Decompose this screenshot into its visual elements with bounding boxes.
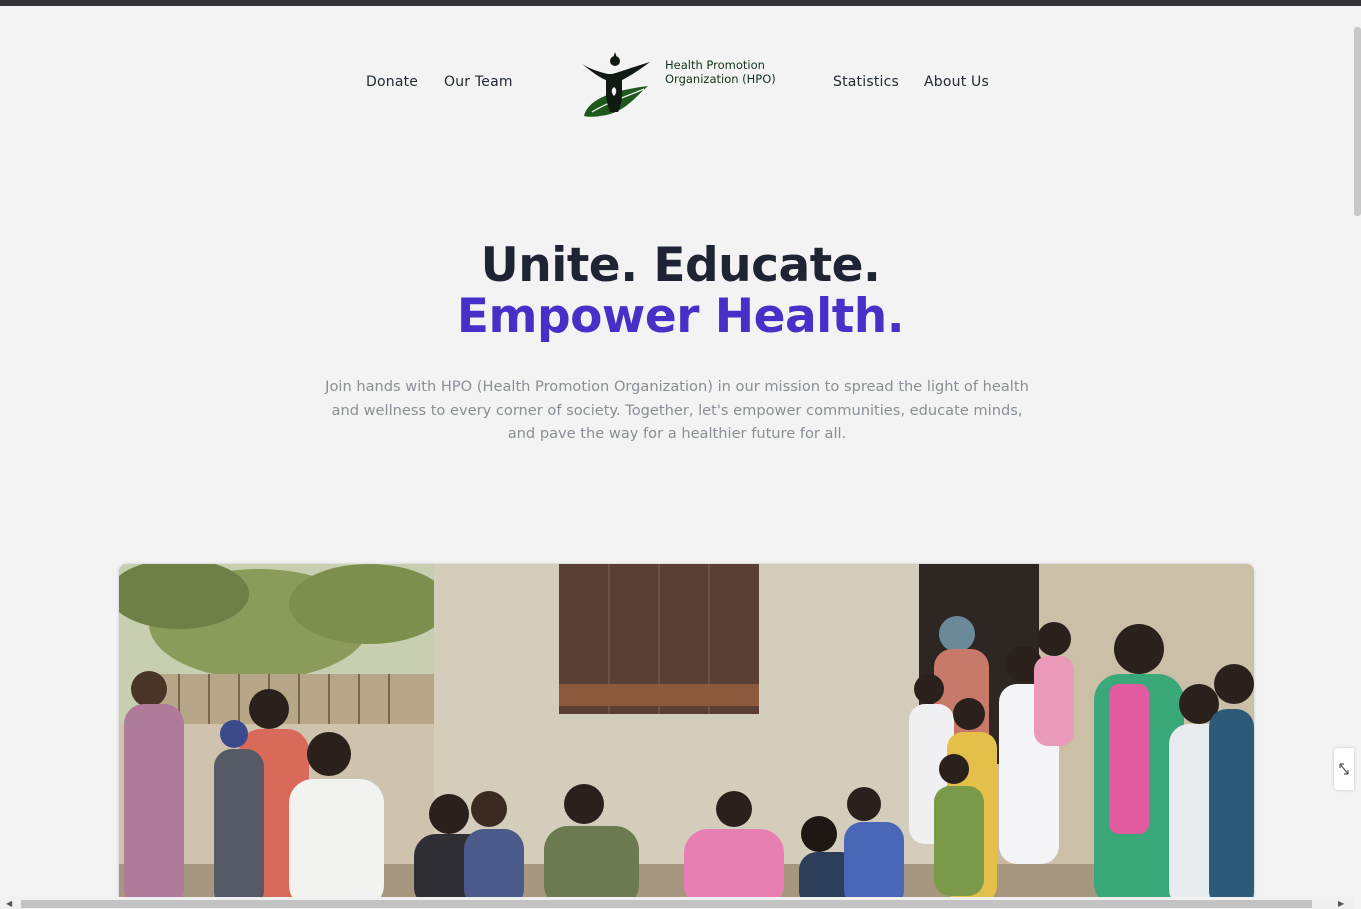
scroll-right-arrow-icon[interactable]: ▶	[1338, 899, 1344, 908]
logo-text-line1: Health Promotion	[665, 58, 765, 72]
nav-donate[interactable]: Donate	[366, 74, 418, 90]
nav-our-team[interactable]: Our Team	[444, 74, 513, 90]
window-top-bar	[0, 0, 1361, 6]
nav-statistics[interactable]: Statistics	[833, 74, 899, 90]
hero-heading-line2: Empower Health.	[456, 289, 905, 344]
vertical-scrollbar-thumb[interactable]	[1354, 27, 1361, 216]
scroll-left-arrow-icon[interactable]: ◀	[6, 899, 12, 908]
logo-text[interactable]: Health Promotion Organization (HPO)	[665, 58, 776, 86]
hpo-logo-icon[interactable]	[578, 52, 654, 122]
logo-text-line2: Organization (HPO)	[665, 72, 776, 86]
hero-heading-line1: Unite. Educate.	[480, 238, 881, 293]
community-photo	[119, 564, 1254, 909]
expand-icon[interactable]	[1334, 748, 1354, 790]
hero-description: Join hands with HPO (Health Promotion Or…	[325, 378, 1029, 442]
nav-about-us[interactable]: About Us	[924, 74, 989, 90]
horizontal-scrollbar-thumb[interactable]	[21, 900, 1312, 908]
horizontal-scrollbar[interactable]: ◀ ▶	[0, 897, 1354, 909]
